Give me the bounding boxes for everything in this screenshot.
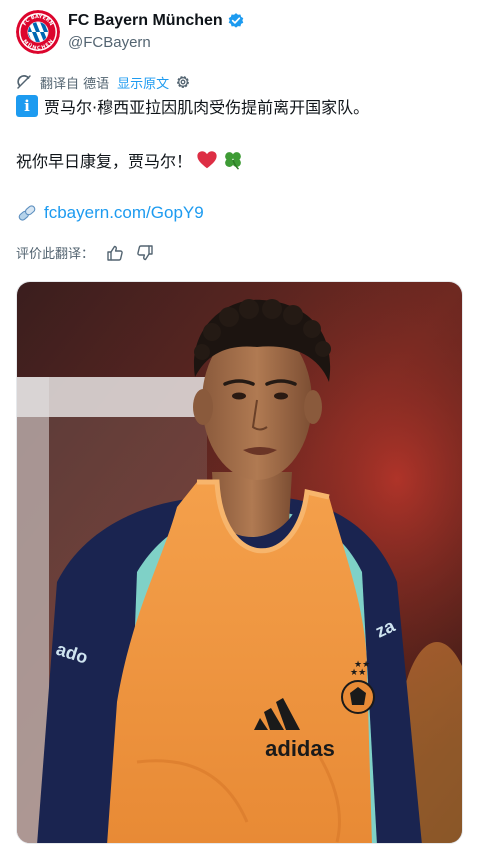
tweet-link[interactable]: fcbayern.com/GopY9 [44,203,204,223]
information-icon: i [16,95,38,117]
thumbs-down-icon[interactable] [136,244,154,262]
display-name[interactable]: FC Bayern München [68,12,223,30]
four-leaf-clover-icon [225,152,241,170]
rate-translation-label: 评价此翻译： [16,247,95,262]
tweet-link-row: fcbayern.com/GopY9 [16,202,204,224]
vest-brand-text: adidas [265,736,335,761]
translation-row: 翻译自 德语 显示原文 [16,72,191,92]
fc-bayern-crest-icon[interactable]: FC BAYERN MÜNCHEN [16,10,60,54]
translate-icon [17,75,31,89]
tweet-line-1-text: 贾马尔·穆西亚拉因肌肉受伤提前离开国家队。 [44,98,370,117]
link-icon [18,205,36,221]
tweet-text-line-2: 祝你早日康复，贾马尔！ [16,148,244,172]
tweet-media-photo[interactable]: adidas ★★ ★★ ado za [16,281,463,844]
tweet-line-2-text: 祝你早日康复，贾马尔！ [16,152,193,171]
translated-from-label: 翻译自 德语 [40,76,110,92]
tweet-text-line-1: i 贾马尔·穆西亚拉因肌肉受伤提前离开国家队。 [16,94,369,118]
display-name-row[interactable]: FC Bayern München [68,12,245,30]
show-original-link[interactable]: 显示原文 [117,73,169,92]
verified-badge-icon[interactable] [227,12,245,30]
thumbs-up-icon[interactable] [106,244,124,262]
svg-text:★★: ★★ [354,660,370,670]
player-photo: adidas ★★ ★★ ado za [17,282,462,843]
rate-translation-row: 评价此翻译： [16,243,154,262]
red-heart-icon [197,151,217,169]
gear-icon[interactable] [175,74,191,90]
account-handle[interactable]: @FCBayern [68,34,245,51]
tweet-header: FC BAYERN MÜNCHEN FC Bayern München @FCB… [16,8,474,56]
account-names: FC Bayern München @FCBayern [68,10,245,51]
